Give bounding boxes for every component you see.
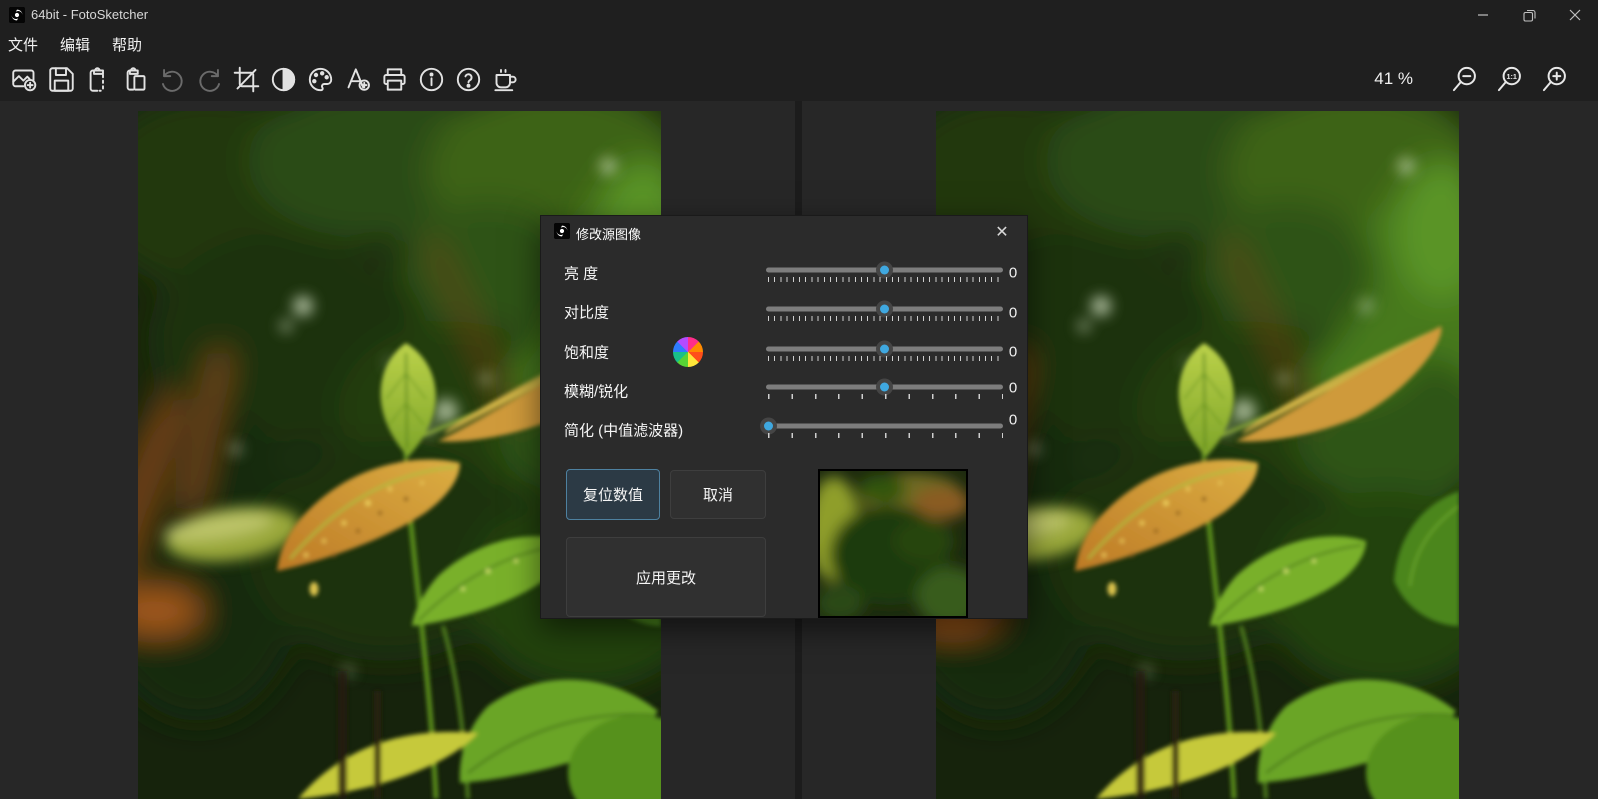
dialog-title-bar: 修改源图像 ✕: [541, 216, 1027, 247]
menu-file[interactable]: 文件: [8, 31, 47, 58]
brightness-slider-ticks: [768, 277, 1003, 282]
coffee-button[interactable]: [490, 63, 520, 95]
palette-icon: [308, 67, 332, 91]
app-logo-icon: [9, 7, 25, 23]
contrast-button[interactable]: [268, 63, 298, 95]
minimize-button[interactable]: [1460, 0, 1506, 30]
save-icon: [48, 66, 74, 92]
brightness-label: 亮 度: [564, 265, 599, 283]
add-text-icon: [347, 67, 370, 91]
color-wheel-icon[interactable]: [673, 337, 703, 367]
paste-button[interactable]: [120, 63, 150, 95]
saturation-slider-thumb[interactable]: [876, 340, 893, 358]
print-icon: [382, 67, 406, 91]
copy-icon: [89, 66, 104, 92]
help-icon: [456, 67, 480, 91]
blur-sharpen-slider[interactable]: [766, 378, 1003, 396]
blur-sharpen-label: 模糊/锐化: [564, 383, 629, 401]
info-icon: [419, 67, 443, 91]
close-button[interactable]: [1552, 0, 1598, 30]
saturation-slider[interactable]: [766, 340, 1003, 358]
brightness-value: 0: [1008, 264, 1018, 282]
fotosketcher-window: 64bit - FotoSketcher 文件 编辑 帮助 41 % 1:1 修…: [0, 0, 1598, 799]
contrast-icon: [271, 67, 295, 91]
contrast-slider-ticks: [768, 316, 1003, 321]
crop-button[interactable]: [231, 63, 261, 95]
paste-icon: [126, 66, 145, 91]
zoom-one-to-one-icon: 1:1: [1497, 66, 1521, 92]
undo-icon: [161, 68, 183, 92]
open-image-icon: [11, 69, 36, 91]
svg-text:1:1: 1:1: [1507, 72, 1517, 81]
dialog-close-button[interactable]: ✕: [987, 218, 1017, 246]
help-button[interactable]: [453, 63, 483, 95]
open-image-button[interactable]: [9, 63, 39, 95]
print-button[interactable]: [379, 63, 409, 95]
zoom-level: 41 %: [1374, 69, 1413, 88]
zoom-out-icon: [1452, 66, 1476, 92]
cancel-button[interactable]: 取消: [670, 470, 766, 519]
brightness-slider-thumb[interactable]: [876, 261, 893, 279]
saturation-label: 饱和度: [564, 344, 610, 362]
brightness-slider[interactable]: [766, 261, 1003, 279]
redo-button[interactable]: [194, 63, 224, 95]
crop-icon: [233, 66, 259, 92]
blur-sharpen-slider-thumb[interactable]: [876, 378, 893, 396]
dialog-logo-icon: [554, 223, 570, 239]
restore-button[interactable]: [1506, 0, 1552, 30]
simplify-slider[interactable]: [759, 417, 1003, 435]
contrast-label: 对比度: [564, 304, 610, 322]
toolbar: 41 % 1:1: [0, 58, 1598, 101]
minimize-icon: [1478, 14, 1488, 16]
menu-edit[interactable]: 编辑: [60, 31, 99, 58]
add-text-button[interactable]: [342, 63, 372, 95]
contrast-slider-thumb[interactable]: [876, 300, 893, 318]
contrast-slider[interactable]: [766, 300, 1003, 318]
copy-button[interactable]: [83, 63, 113, 95]
coffee-icon: [493, 68, 517, 91]
simplify-slider-thumb[interactable]: [759, 417, 777, 435]
close-icon: [1569, 9, 1581, 21]
blur-sharpen-value: 0: [1008, 379, 1018, 397]
apply-changes-button[interactable]: 应用更改: [566, 537, 766, 617]
simplify-slider-ticks: [768, 433, 1003, 438]
saturation-slider-ticks: [768, 356, 1003, 361]
redo-icon: [198, 68, 220, 92]
simplify-label: 简化 (中值滤波器): [564, 422, 684, 440]
zoom-out-button[interactable]: [1450, 63, 1480, 95]
menu-help[interactable]: 帮助: [112, 31, 151, 58]
save-button[interactable]: [46, 63, 76, 95]
modify-source-image-dialog: 修改源图像 ✕ 亮 度 0 对比度 0 饱和度 0 模糊/锐化 0 简化 (中值…: [540, 215, 1028, 619]
preview-thumbnail: [818, 469, 968, 618]
blur-sharpen-slider-ticks: [768, 394, 1003, 399]
simplify-value: 0: [1008, 411, 1018, 429]
zoom-in-icon: [1542, 66, 1566, 92]
menu-bar: 文件 编辑 帮助: [0, 30, 1598, 58]
title-bar: 64bit - FotoSketcher: [0, 0, 1598, 30]
info-button[interactable]: [416, 63, 446, 95]
contrast-value: 0: [1008, 304, 1018, 322]
palette-button[interactable]: [305, 63, 335, 95]
reset-values-button[interactable]: 复位数值: [566, 469, 660, 520]
dialog-title: 修改源图像: [576, 227, 642, 242]
zoom-one-to-one-button[interactable]: 1:1: [1495, 63, 1525, 95]
window-title: 64bit - FotoSketcher: [31, 7, 149, 22]
saturation-value: 0: [1008, 343, 1018, 361]
zoom-in-button[interactable]: [1540, 63, 1570, 95]
undo-button[interactable]: [157, 63, 187, 95]
restore-icon: [1522, 9, 1536, 22]
